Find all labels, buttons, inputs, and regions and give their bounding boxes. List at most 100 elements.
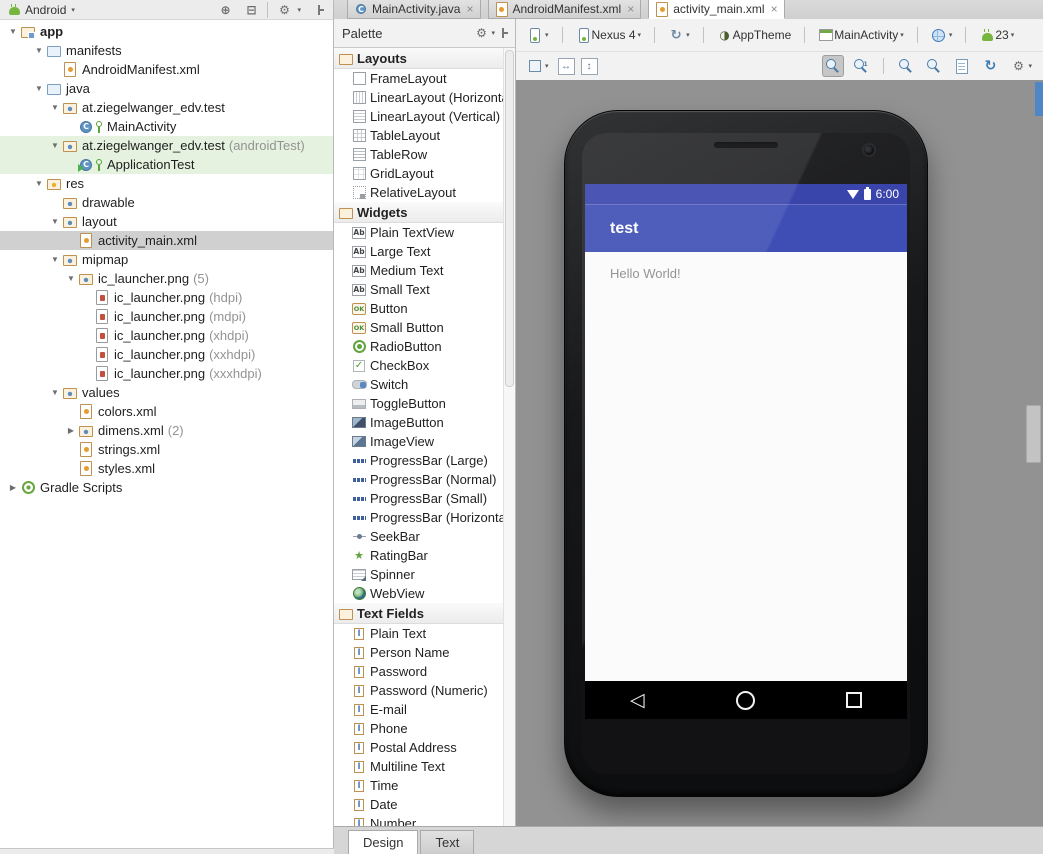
project-view-selector[interactable]: Android xyxy=(25,3,66,17)
tree-item-ic-launcher-png-xhdpi[interactable]: ic_launcher.png (xhdpi) xyxy=(0,326,333,345)
tree-down-arrow-icon[interactable]: ▼ xyxy=(48,141,62,150)
palette-item-plain-textview[interactable]: AbPlain TextView xyxy=(334,223,504,242)
render-options-button[interactable]: ⚙ ▾ xyxy=(1007,55,1035,77)
tree-down-arrow-icon[interactable]: ▼ xyxy=(32,179,46,188)
tree-item-mainactivity[interactable]: CMainActivity xyxy=(0,117,333,136)
tree-item-dimens-xml-2[interactable]: ▶dimens.xml (2) xyxy=(0,421,333,440)
tree-right-arrow-icon[interactable]: ▶ xyxy=(6,483,20,492)
palette-item-seekbar[interactable]: SeekBar xyxy=(334,527,504,546)
device-selector-button[interactable]: Nexus 4 ▾ xyxy=(573,24,645,46)
close-tab-icon[interactable]: × xyxy=(771,2,778,16)
device-config-button[interactable]: ▾ xyxy=(524,24,552,46)
palette-item-linearlayout-horizontal[interactable]: LinearLayout (Horizontal) xyxy=(334,88,504,107)
palette-item-spinner[interactable]: Spinner xyxy=(334,565,504,584)
api-level-button[interactable]: 23 ▾ xyxy=(976,24,1017,46)
chevron-down-icon[interactable]: ▾ xyxy=(71,6,75,14)
palette-item-webview[interactable]: WebView xyxy=(334,584,504,603)
close-tab-icon[interactable]: × xyxy=(466,2,473,16)
close-tab-icon[interactable]: × xyxy=(627,2,634,16)
tree-down-arrow-icon[interactable]: ▼ xyxy=(6,27,20,36)
palette-item-progressbar-small[interactable]: ProgressBar (Small) xyxy=(334,489,504,508)
palette-item-framelayout[interactable]: FrameLayout xyxy=(334,69,504,88)
resize-vertical-button[interactable]: ↕ xyxy=(581,58,598,75)
tree-item-layout[interactable]: ▼layout xyxy=(0,212,333,231)
tree-down-arrow-icon[interactable]: ▼ xyxy=(64,274,78,283)
palette-item-password[interactable]: IPassword xyxy=(334,662,504,681)
locale-selector-button[interactable]: ▾ xyxy=(928,24,956,46)
hide-panel-icon[interactable] xyxy=(311,2,327,18)
palette-item-ratingbar[interactable]: ★RatingBar xyxy=(334,546,504,565)
zoom-in-button[interactable]: + xyxy=(895,55,917,77)
tree-right-arrow-icon[interactable]: ▶ xyxy=(64,426,78,435)
palette-item-switch[interactable]: Switch xyxy=(334,375,504,394)
palette-item-progressbar-horizontal[interactable]: ProgressBar (Horizontal) xyxy=(334,508,504,527)
tree-item-mipmap[interactable]: ▼mipmap xyxy=(0,250,333,269)
tree-down-arrow-icon[interactable]: ▼ xyxy=(32,84,46,93)
zoom-fit-button[interactable]: ▾ xyxy=(524,55,552,77)
refresh-button[interactable]: ↻ xyxy=(979,55,1001,77)
editor-tab-mainactivity-java[interactable]: CMainActivity.java× xyxy=(347,0,481,19)
tree-item-manifests[interactable]: ▼manifests xyxy=(0,41,333,60)
tree-item-styles-xml[interactable]: styles.xml xyxy=(0,459,333,478)
palette-item-small-button[interactable]: OKSmall Button xyxy=(334,318,504,337)
tree-down-arrow-icon[interactable]: ▼ xyxy=(48,217,62,226)
palette-item-date[interactable]: IDate xyxy=(334,795,504,814)
editor-tab-activity-main-xml[interactable]: activity_main.xml× xyxy=(648,0,784,19)
palette-item-medium-text[interactable]: AbMedium Text xyxy=(334,261,504,280)
palette-item-password-numeric[interactable]: IPassword (Numeric) xyxy=(334,681,504,700)
tree-down-arrow-icon[interactable]: ▼ xyxy=(48,255,62,264)
palette-item-linearlayout-vertical[interactable]: LinearLayout (Vertical) xyxy=(334,107,504,126)
tree-item-java[interactable]: ▼java xyxy=(0,79,333,98)
collapse-all-icon[interactable]: ⊟ xyxy=(243,2,259,18)
palette-section-layouts[interactable]: Layouts xyxy=(334,48,504,69)
palette-hide-icon[interactable] xyxy=(495,25,511,41)
mode-tab-text[interactable]: Text xyxy=(420,830,474,854)
palette-item-imageview[interactable]: ImageView xyxy=(334,432,504,451)
palette-item-plain-text[interactable]: IPlain Text xyxy=(334,624,504,643)
tree-item-ic-launcher-png-hdpi[interactable]: ic_launcher.png (hdpi) xyxy=(0,288,333,307)
palette-item-progressbar-normal[interactable]: ProgressBar (Normal) xyxy=(334,470,504,489)
palette-item-person-name[interactable]: IPerson Name xyxy=(334,643,504,662)
activity-selector-button[interactable]: MainActivity ▾ xyxy=(815,24,907,46)
palette-item-relativelayout[interactable]: RelativeLayout xyxy=(334,183,504,202)
palette-item-tablerow[interactable]: TableRow xyxy=(334,145,504,164)
design-canvas[interactable]: 6:00 test Hello World! ◁ xyxy=(516,80,1043,827)
editor-tab-androidmanifest-xml[interactable]: AndroidManifest.xml× xyxy=(488,0,642,19)
panel-settings-icon[interactable]: ⚙ xyxy=(276,2,292,18)
palette-item-large-text[interactable]: AbLarge Text xyxy=(334,242,504,261)
locate-file-icon[interactable]: ⊕ xyxy=(217,2,233,18)
tree-item-gradle-scripts[interactable]: ▶Gradle Scripts xyxy=(0,478,333,497)
palette-item-progressbar-large[interactable]: ProgressBar (Large) xyxy=(334,451,504,470)
tree-item-at-ziegelwanger-edv-test-androidtest[interactable]: ▼at.ziegelwanger_edv.test (androidTest) xyxy=(0,136,333,155)
palette-item-togglebutton[interactable]: ToggleButton xyxy=(334,394,504,413)
preview-doc-button[interactable] xyxy=(951,55,973,77)
palette-item-e-mail[interactable]: IE-mail xyxy=(334,700,504,719)
tree-item-drawable[interactable]: drawable xyxy=(0,193,333,212)
tree-item-at-ziegelwanger-edv-test[interactable]: ▼at.ziegelwanger_edv.test xyxy=(0,98,333,117)
tree-item-strings-xml[interactable]: strings.xml xyxy=(0,440,333,459)
palette-section-text-fields[interactable]: Text Fields xyxy=(334,603,504,624)
palette-scrollbar[interactable] xyxy=(503,48,515,827)
palette-item-small-text[interactable]: AbSmall Text xyxy=(334,280,504,299)
pan-zoom-button[interactable] xyxy=(822,55,844,77)
palette-item-tablelayout[interactable]: TableLayout xyxy=(334,126,504,145)
tree-item-androidmanifest-xml[interactable]: AndroidManifest.xml xyxy=(0,60,333,79)
palette-section-widgets[interactable]: Widgets xyxy=(334,202,504,223)
palette-item-time[interactable]: ITime xyxy=(334,776,504,795)
mode-tab-design[interactable]: Design xyxy=(348,830,418,854)
palette-item-imagebutton[interactable]: ImageButton xyxy=(334,413,504,432)
palette-scrollbar-thumb[interactable] xyxy=(505,50,514,387)
resize-horizontal-button[interactable]: ↔ xyxy=(558,58,575,75)
palette-item-checkbox[interactable]: ✓CheckBox xyxy=(334,356,504,375)
zoom-out-button[interactable]: − xyxy=(923,55,945,77)
palette-item-radiobutton[interactable]: RadioButton xyxy=(334,337,504,356)
tree-down-arrow-icon[interactable]: ▼ xyxy=(48,388,62,397)
app-preview[interactable]: 6:00 test Hello World! ◁ xyxy=(585,184,907,719)
palette-item-multiline-text[interactable]: IMultiline Text xyxy=(334,757,504,776)
tree-item-ic-launcher-png-mdpi[interactable]: ic_launcher.png (mdpi) xyxy=(0,307,333,326)
zoom-actual-button[interactable]: 1:1 xyxy=(850,55,872,77)
theme-selector-button[interactable]: ◑ AppTheme xyxy=(714,24,795,46)
palette-settings-icon[interactable]: ⚙ xyxy=(473,25,489,41)
tree-item-ic-launcher-png-xxxhdpi[interactable]: ic_launcher.png (xxxhdpi) xyxy=(0,364,333,383)
palette-item-gridlayout[interactable]: GridLayout xyxy=(334,164,504,183)
